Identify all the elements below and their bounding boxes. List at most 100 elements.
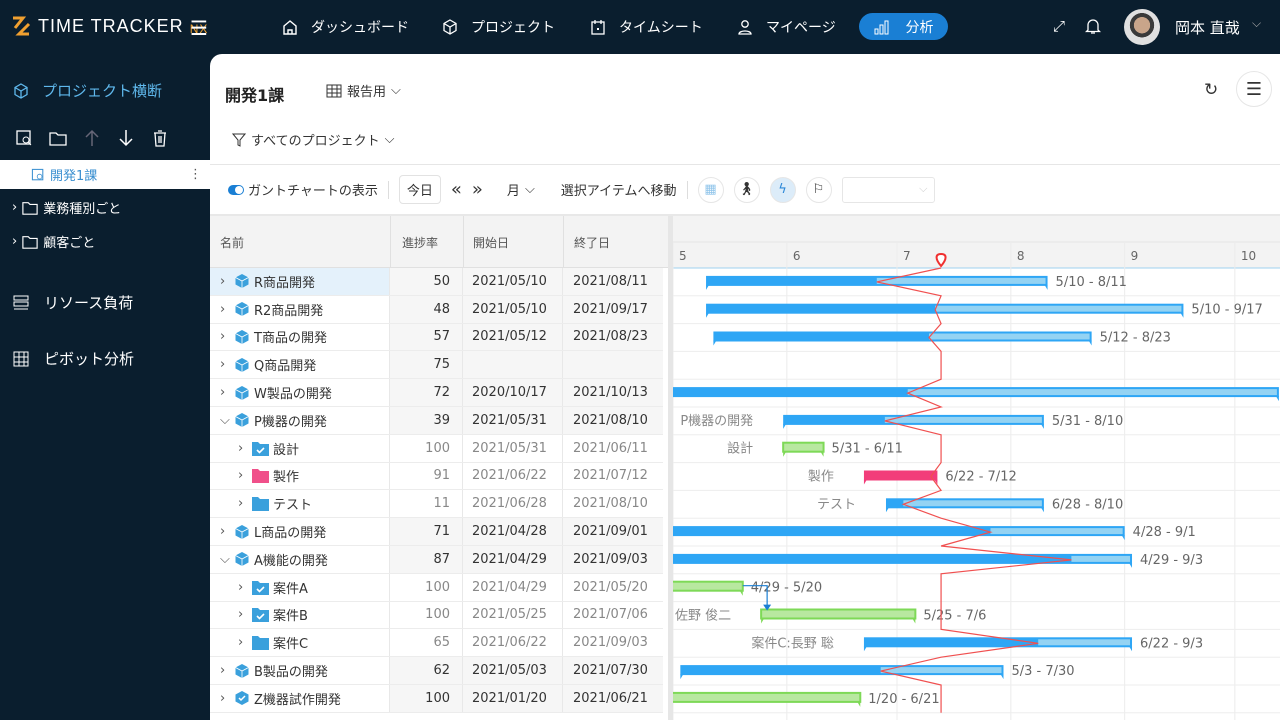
- cell-name: › 案件B: [210, 601, 390, 629]
- fullscreen-icon[interactable]: ⤢: [1053, 17, 1065, 35]
- goto-selected-button[interactable]: 選択アイテムへ移動: [561, 180, 677, 199]
- cell-progress: 62: [390, 657, 463, 684]
- flag-icon[interactable]: ⚐: [805, 176, 832, 203]
- chevron-right-icon[interactable]: ›: [238, 580, 248, 595]
- cell-end: 2021/09/03: [573, 635, 648, 651]
- sidebar-item-resource[interactable]: リソース負荷: [12, 292, 133, 313]
- chevron-right-icon[interactable]: ›: [220, 274, 230, 289]
- folder-icon[interactable]: [48, 128, 68, 148]
- toggle-switch[interactable]: [228, 184, 244, 195]
- logo[interactable]: TIME TRACKER NX: [10, 14, 208, 38]
- prev-icon[interactable]: «: [451, 179, 462, 200]
- hamburger-menu-icon[interactable]: ☰: [190, 16, 208, 40]
- today-button[interactable]: 今日: [398, 175, 441, 204]
- next-icon[interactable]: »: [472, 179, 483, 200]
- gantt-bar[interactable]: [782, 441, 825, 457]
- arrow-up-icon[interactable]: [82, 128, 102, 148]
- gantt-bar[interactable]: [673, 526, 1125, 541]
- table-row[interactable]: › テスト 11 2021/06/28 2021/08/10: [210, 490, 663, 519]
- view-dropdown[interactable]: 報告用 ⌵: [326, 81, 401, 100]
- bell-icon[interactable]: [1084, 17, 1102, 39]
- sidebar-tree-item[interactable]: › 業務種別ごと: [12, 198, 121, 217]
- table-row[interactable]: › Z機器試作開発 100 2021/01/20 2021/06/21: [210, 685, 663, 713]
- table-row[interactable]: ⌵ P機器の開発 39 2021/05/31 2021/08/10: [210, 407, 663, 435]
- cell-start: 2021/04/29: [463, 546, 563, 573]
- gantt-bar[interactable]: [673, 387, 1279, 402]
- nav-project[interactable]: プロジェクト: [441, 14, 555, 40]
- chevron-right-icon[interactable]: ›: [220, 329, 230, 344]
- refresh-icon[interactable]: ↻: [1204, 80, 1218, 100]
- gantt-bar[interactable]: [673, 691, 862, 707]
- cell-end: 2021/07/12: [573, 468, 648, 484]
- chevron-right-icon[interactable]: ›: [220, 385, 230, 400]
- gantt-bar[interactable]: [760, 608, 917, 624]
- chevron-right-icon[interactable]: ›: [238, 468, 248, 483]
- chevron-right-icon[interactable]: ›: [238, 635, 248, 650]
- chevron-right-icon[interactable]: ›: [238, 607, 248, 622]
- table-row[interactable]: › L商品の開発 71 2021/04/28 2021/09/01: [210, 518, 663, 546]
- chevron-right-icon[interactable]: ›: [238, 441, 248, 456]
- table-row[interactable]: › Q商品開発 75: [210, 351, 663, 380]
- user-name[interactable]: 岡本 直哉: [1175, 17, 1240, 38]
- cell-progress: 71: [390, 518, 463, 545]
- table-row[interactable]: › W製品の開発 72 2020/10/17 2021/10/13: [210, 379, 663, 407]
- nav-timesheet[interactable]: タイムシート: [589, 14, 703, 40]
- cell-end: 2021/05/20: [573, 579, 648, 595]
- column-header-start[interactable]: 開始日: [463, 216, 509, 268]
- sidebar-item-pivot[interactable]: ピボット分析: [12, 348, 134, 369]
- table-row[interactable]: › 案件C 65 2021/06/22 2021/09/03: [210, 629, 663, 658]
- scale-dropdown[interactable]: 月 ⌵: [507, 180, 535, 199]
- trash-icon[interactable]: [150, 128, 170, 148]
- column-header-name[interactable]: 名前: [220, 234, 244, 251]
- sidebar-title[interactable]: プロジェクト横断: [12, 80, 162, 101]
- avatar[interactable]: [1124, 9, 1160, 45]
- chevron-right-icon[interactable]: ›: [220, 524, 230, 539]
- gantt-bar[interactable]: [885, 498, 1044, 513]
- chevron-right-icon[interactable]: ›: [238, 496, 248, 511]
- table-row[interactable]: › 案件B 100 2021/05/25 2021/07/06: [210, 601, 663, 630]
- row-name: 製作: [273, 470, 300, 486]
- table-row[interactable]: › T商品の開発 57 2021/05/12 2021/08/23: [210, 323, 663, 352]
- more-icon[interactable]: ⋮: [189, 167, 202, 182]
- gantt-bar[interactable]: [673, 580, 744, 596]
- chevron-right-icon[interactable]: ›: [220, 691, 230, 706]
- lightning-icon[interactable]: ϟ: [769, 176, 796, 203]
- bar-date-label: 6/22 - 7/12: [945, 470, 1016, 485]
- bar-date-label: 5/31 - 6/11: [832, 442, 903, 457]
- table-row[interactable]: › B製品の開発 62 2021/05/03 2021/07/30: [210, 657, 663, 685]
- table-row[interactable]: › R2商品開発 48 2021/05/10 2021/09/17: [210, 295, 663, 324]
- search-view-icon[interactable]: [14, 128, 34, 148]
- chevron-right-icon[interactable]: ›: [220, 302, 230, 317]
- table-row[interactable]: › 設計 100 2021/05/31 2021/06/11: [210, 434, 663, 463]
- column-header-end[interactable]: 終了日: [563, 216, 610, 268]
- gantt-bar[interactable]: [713, 331, 1092, 346]
- cell-name: › 案件C: [210, 629, 390, 657]
- table-row[interactable]: › R商品開発 50 2021/05/10 2021/08/11: [210, 268, 663, 296]
- table-row[interactable]: ⌵ A機能の開発 87 2021/04/29 2021/09/03: [210, 546, 663, 574]
- filter-dropdown[interactable]: すべてのプロジェクト ⌵: [232, 130, 394, 149]
- select-input[interactable]: ⌵: [841, 176, 935, 203]
- gantt-bar[interactable]: [706, 275, 1048, 290]
- column-header-progress[interactable]: 進捗率: [390, 216, 438, 268]
- nav-mypage[interactable]: マイページ: [736, 14, 836, 40]
- menu-button[interactable]: ☰: [1236, 71, 1272, 107]
- nav-dashboard[interactable]: ダッシュボード: [281, 14, 409, 40]
- gantt-bar[interactable]: [680, 665, 1004, 680]
- gantt-bar[interactable]: [706, 303, 1184, 318]
- sidebar-item-selected[interactable]: 開発1課 ⋮: [0, 160, 210, 189]
- gantt-bar[interactable]: [783, 414, 1044, 429]
- gantt-toggle[interactable]: ガントチャートの表示: [228, 180, 378, 199]
- chevron-right-icon[interactable]: ›: [220, 663, 230, 678]
- chevron-down-icon[interactable]: ⌵: [220, 413, 230, 428]
- table-row[interactable]: › 案件A 100 2021/04/29 2021/05/20: [210, 573, 663, 602]
- calendar-icon[interactable]: ▦: [697, 176, 724, 203]
- nav-analysis[interactable]: 分析: [859, 13, 948, 40]
- walk-icon[interactable]: 🚶︎: [733, 176, 760, 203]
- gantt-bar[interactable]: [863, 470, 938, 485]
- chevron-right-icon[interactable]: ›: [220, 357, 230, 372]
- chevron-down-icon[interactable]: ⌵: [220, 552, 230, 567]
- sidebar-tree-item[interactable]: › 顧客ごと: [12, 232, 95, 251]
- arrow-down-icon[interactable]: [116, 128, 136, 148]
- chevron-down-icon[interactable]: ⌵: [1252, 16, 1261, 31]
- table-row[interactable]: › 製作 91 2021/06/22 2021/07/12: [210, 462, 663, 491]
